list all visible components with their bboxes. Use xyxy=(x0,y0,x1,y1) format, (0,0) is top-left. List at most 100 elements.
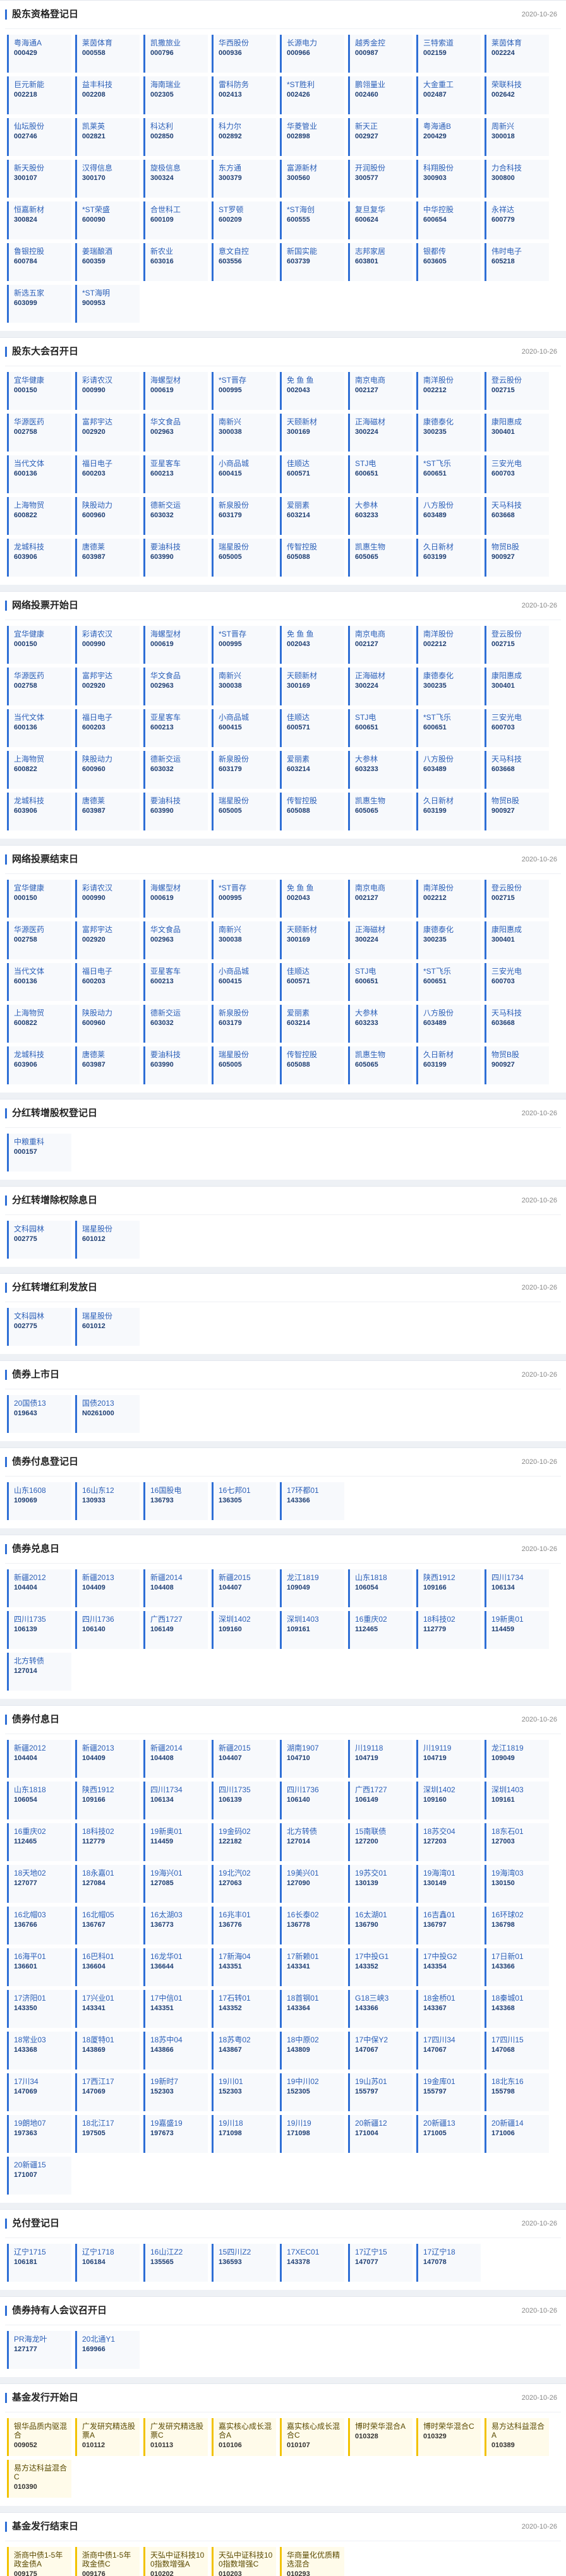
stock-card[interactable]: 18东石01 127003 xyxy=(485,1823,549,1861)
stock-card[interactable]: 20新疆15 171007 xyxy=(7,2157,71,2195)
stock-card[interactable]: 大金重工 002487 xyxy=(416,76,481,114)
stock-card[interactable]: 康德泰化 300235 xyxy=(416,668,481,705)
stock-card[interactable]: 19川19 171098 xyxy=(280,2115,344,2153)
stock-card[interactable]: 彩请农汉 000990 xyxy=(75,880,140,918)
stock-card[interactable]: 正海磁材 300224 xyxy=(348,414,412,452)
stock-card[interactable]: 16国股电 136793 xyxy=(143,1482,208,1520)
stock-card[interactable]: 16长泰02 136778 xyxy=(280,1907,344,1944)
stock-card[interactable]: 18苏交04 127203 xyxy=(416,1823,481,1861)
stock-card[interactable]: 久日新材 603199 xyxy=(416,539,481,577)
stock-card[interactable]: 八方股份 603489 xyxy=(416,1005,481,1043)
stock-card[interactable]: 东方通 300379 xyxy=(212,160,276,198)
stock-card[interactable]: 20北通Y1 169966 xyxy=(75,2331,140,2369)
stock-card[interactable]: *ST飞乐 600651 xyxy=(416,709,481,747)
stock-card[interactable]: 正海磁材 300224 xyxy=(348,668,412,705)
stock-card[interactable]: 爱丽素 603214 xyxy=(280,497,344,535)
stock-card[interactable]: 物贸B股 900927 xyxy=(485,793,549,830)
stock-card[interactable]: 18首钢01 143364 xyxy=(280,1990,344,2028)
stock-card[interactable]: 新疆2014 104408 xyxy=(143,1740,208,1778)
stock-card[interactable]: 当代文体 600136 xyxy=(7,455,71,493)
stock-card[interactable]: 17中投G1 143352 xyxy=(348,1948,412,1986)
stock-card[interactable]: 新疆2015 104407 xyxy=(212,1569,276,1607)
stock-card[interactable]: 周新兴 300018 xyxy=(485,118,549,156)
stock-card[interactable]: 传智控股 605088 xyxy=(280,1046,344,1084)
stock-card[interactable]: 新泉股份 603179 xyxy=(212,1005,276,1043)
stock-card[interactable]: 志邦家居 603801 xyxy=(348,243,412,281)
stock-card[interactable]: 17新赖01 143341 xyxy=(280,1948,344,1986)
stock-card[interactable]: 陕西1912 109166 xyxy=(416,1569,481,1607)
stock-card[interactable]: 湖南1907 104710 xyxy=(280,1740,344,1778)
stock-card[interactable]: 新疆2012 104404 xyxy=(7,1569,71,1607)
stock-card[interactable]: 上海物贸 600822 xyxy=(7,751,71,789)
stock-card[interactable]: 南京电商 002127 xyxy=(348,880,412,918)
stock-card[interactable]: 大参林 603233 xyxy=(348,751,412,789)
stock-card[interactable]: 意文自控 603556 xyxy=(212,243,276,281)
stock-card[interactable]: 粤海通A 000429 xyxy=(7,35,71,73)
stock-card[interactable]: 益丰科技 002208 xyxy=(75,76,140,114)
stock-card[interactable]: 19金库01 155797 xyxy=(416,2073,481,2111)
stock-card[interactable]: 龙城科技 603906 xyxy=(7,793,71,830)
stock-card[interactable]: 17辽宁15 147077 xyxy=(348,2244,412,2282)
stock-card[interactable]: 广发研究精选股票A 010112 xyxy=(75,2418,140,2456)
stock-card[interactable]: 浙商中债1-5年政金债C 009176 xyxy=(75,2547,140,2576)
stock-card[interactable]: 要油科技 603990 xyxy=(143,1046,208,1084)
stock-card[interactable]: 易方达科益混合C 010390 xyxy=(7,2460,71,2498)
stock-card[interactable]: 力合科技 300800 xyxy=(485,160,549,198)
stock-card[interactable]: ST罗顿 600209 xyxy=(212,201,276,239)
stock-card[interactable]: 文科园林 002775 xyxy=(7,1308,71,1346)
stock-card[interactable]: 龙江1819 109049 xyxy=(485,1740,549,1778)
stock-card[interactable]: 福日电子 600203 xyxy=(75,455,140,493)
stock-card[interactable]: 16北帽03 136766 xyxy=(7,1907,71,1944)
stock-card[interactable]: 16山东12 130933 xyxy=(75,1482,140,1520)
stock-card[interactable]: 康德泰化 300235 xyxy=(416,921,481,959)
stock-card[interactable]: 川19118 104719 xyxy=(348,1740,412,1778)
stock-card[interactable]: 16七邦01 136305 xyxy=(212,1482,276,1520)
stock-card[interactable]: 三安光电 600703 xyxy=(485,709,549,747)
stock-card[interactable]: 深圳1403 109161 xyxy=(280,1611,344,1649)
stock-card[interactable]: *ST荣盛 600090 xyxy=(75,201,140,239)
stock-card[interactable]: 瑞星股份 605005 xyxy=(212,793,276,830)
stock-card[interactable]: 辽宁1715 106181 xyxy=(7,2244,71,2282)
stock-card[interactable]: 17辽宁18 147078 xyxy=(416,2244,481,2282)
stock-card[interactable]: 鹏翎量业 002460 xyxy=(348,76,412,114)
stock-card[interactable]: 复旦复华 600624 xyxy=(348,201,412,239)
stock-card[interactable]: 18北江17 197505 xyxy=(75,2115,140,2153)
stock-card[interactable]: 免 鱼 鱼 002043 xyxy=(280,372,344,410)
stock-card[interactable]: 17中投G2 143354 xyxy=(416,1948,481,1986)
stock-card[interactable]: 17川34 147069 xyxy=(7,2073,71,2111)
stock-card[interactable]: *ST晋存 000995 xyxy=(212,626,276,664)
stock-card[interactable]: 17中信01 143351 xyxy=(143,1990,208,2028)
stock-card[interactable]: 16山江Z2 135565 xyxy=(143,2244,208,2282)
stock-card[interactable]: *ST晋存 000995 xyxy=(212,372,276,410)
stock-card[interactable]: 19金码02 122182 xyxy=(212,1823,276,1861)
stock-card[interactable]: 四川1736 106140 xyxy=(75,1611,140,1649)
stock-card[interactable]: 16北帽05 136767 xyxy=(75,1907,140,1944)
stock-card[interactable]: 16龙华01 136644 xyxy=(143,1948,208,1986)
stock-card[interactable]: 中粮重科 000157 xyxy=(7,1134,71,1171)
stock-card[interactable]: 博时荣华混合C 010329 xyxy=(416,2418,481,2456)
stock-card[interactable]: PR海龙叶 127177 xyxy=(7,2331,71,2369)
stock-card[interactable]: 凯撒旅业 000796 xyxy=(143,35,208,73)
stock-card[interactable]: 粤海通B 200429 xyxy=(416,118,481,156)
stock-card[interactable]: 陕西1912 109166 xyxy=(75,1782,140,1819)
stock-card[interactable]: 龙江1819 109049 xyxy=(280,1569,344,1607)
stock-card[interactable]: 德新交运 603032 xyxy=(143,751,208,789)
stock-card[interactable]: 南新兴 300038 xyxy=(212,414,276,452)
stock-card[interactable]: 八方股份 603489 xyxy=(416,497,481,535)
stock-card[interactable]: 17新海04 143351 xyxy=(212,1948,276,1986)
stock-card[interactable]: G18三峡3 143366 xyxy=(348,1990,412,2028)
stock-card[interactable]: 德新交运 603032 xyxy=(143,497,208,535)
stock-card[interactable]: 上海物贸 600822 xyxy=(7,1005,71,1043)
stock-card[interactable]: 南新兴 300038 xyxy=(212,921,276,959)
stock-card[interactable]: 华文食品 002963 xyxy=(143,668,208,705)
stock-card[interactable]: 新天股份 300107 xyxy=(7,160,71,198)
stock-card[interactable]: 新农业 603016 xyxy=(143,243,208,281)
stock-card[interactable]: 16太湖03 136773 xyxy=(143,1907,208,1944)
stock-card[interactable]: 18科技02 112779 xyxy=(416,1611,481,1649)
stock-card[interactable]: 嘉实核心成长混合C 010107 xyxy=(280,2418,344,2456)
stock-card[interactable]: 海螺型材 000619 xyxy=(143,626,208,664)
stock-card[interactable]: 19新时7 152303 xyxy=(143,2073,208,2111)
stock-card[interactable]: 19川18 171098 xyxy=(212,2115,276,2153)
stock-card[interactable]: 18永嘉01 127084 xyxy=(75,1865,140,1903)
stock-card[interactable]: 彩请农汉 000990 xyxy=(75,372,140,410)
